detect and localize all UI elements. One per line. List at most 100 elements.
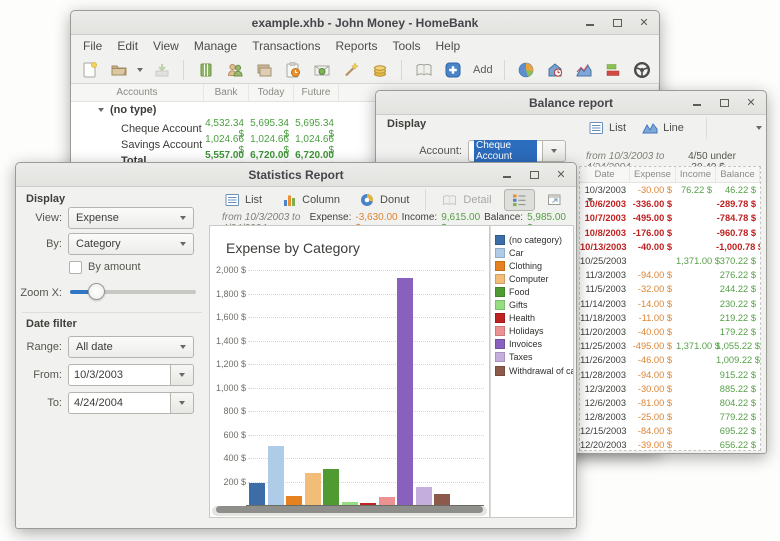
balance-row[interactable]: 10/25/20031,371.00 $370.22 $ — [580, 254, 760, 268]
balance-row[interactable]: 11/28/2003-94.00 $915.22 $ — [580, 367, 760, 381]
manage-payees-button[interactable] — [224, 60, 245, 81]
balance-row[interactable]: 11/3/2003-94.00 $276.22 $ — [580, 268, 760, 282]
payees-icon — [226, 61, 244, 79]
export-button[interactable] — [539, 189, 570, 211]
balance-row[interactable]: 10/8/2003-176.00 $-960.78 $ — [580, 226, 760, 240]
accounts-header-accounts[interactable]: Accounts — [71, 84, 204, 101]
range-selector[interactable]: All date — [68, 336, 194, 358]
stats-titlebar[interactable]: Statistics Report ✕ — [16, 163, 576, 187]
stats-minimize-button[interactable] — [502, 170, 512, 180]
currencies-button[interactable] — [369, 60, 390, 81]
menu-file[interactable]: File — [83, 39, 102, 53]
legend-item: (no category) — [495, 233, 573, 246]
balance-row[interactable]: 12/20/2003-39.00 $656.22 $ — [580, 438, 760, 451]
open-file-button[interactable] — [108, 60, 129, 81]
balance-list-view-button[interactable]: List — [581, 117, 634, 139]
balance-row-expense: -14.00 $ — [630, 299, 676, 309]
balance-options-caret[interactable] — [756, 126, 762, 130]
balance-row[interactable]: 11/20/2003-40.00 $179.22 $ — [580, 325, 760, 339]
vehicle-cost-button[interactable] — [632, 60, 653, 81]
budget-report-button[interactable] — [603, 60, 624, 81]
balance-close-button[interactable]: ✕ — [746, 98, 756, 108]
show-transactions-button[interactable] — [413, 60, 434, 81]
menu-help[interactable]: Help — [436, 39, 461, 53]
balance-header-expense[interactable]: Expense — [630, 167, 676, 182]
manage-budget-button[interactable] — [311, 60, 332, 81]
balance-report-button[interactable] — [574, 60, 595, 81]
balance-row[interactable]: 12/15/2003-84.00 $695.22 $ — [580, 424, 760, 438]
balance-minimize-button[interactable] — [692, 98, 702, 108]
minimize-button[interactable] — [585, 18, 595, 28]
maximize-button[interactable] — [612, 18, 622, 28]
balance-row[interactable]: 10/13/2003-40.00 $-1,000.78 $ — [580, 240, 760, 254]
balance-row[interactable]: 11/5/2003-32.00 $244.22 $ — [580, 282, 760, 296]
balance-row[interactable]: 12/8/2003-25.00 $779.22 $ — [580, 410, 760, 424]
add-transaction-label[interactable]: Add — [473, 64, 493, 76]
new-file-button[interactable] — [79, 60, 100, 81]
statistics-report-button[interactable] — [516, 60, 537, 81]
expander-triangle-icon[interactable] — [98, 108, 104, 112]
by-amount-checkbox[interactable] — [69, 261, 82, 274]
balance-row[interactable]: 12/3/2003-30.00 $885.22 $ — [580, 382, 760, 396]
by-selector[interactable]: Category — [68, 233, 194, 255]
zoomx-slider-handle[interactable] — [88, 283, 105, 300]
stats-maximize-button[interactable] — [529, 170, 539, 180]
scheduled-transactions-button[interactable] — [282, 60, 303, 81]
menu-transactions[interactable]: Transactions — [252, 39, 320, 53]
chart-hscrollbar[interactable] — [216, 506, 483, 513]
stats-donut-view-button[interactable]: Donut — [352, 189, 417, 211]
accounts-header-bank[interactable]: Bank — [204, 84, 249, 101]
manage-accounts-button[interactable] — [195, 60, 216, 81]
balance-row[interactable]: 10/6/2003-336.00 $-289.78 $ — [580, 197, 760, 211]
balance-maximize-button[interactable] — [719, 98, 729, 108]
accounts-header-today[interactable]: Today — [249, 84, 294, 101]
menu-reports[interactable]: Reports — [335, 39, 377, 53]
balance-row[interactable]: 11/25/2003-495.00 $1,371.00 $1,055.22 $ — [580, 339, 760, 353]
balance-summary-label: Balance: — [484, 212, 523, 223]
trendtime-report-button[interactable] — [545, 60, 566, 81]
from-date-arrow[interactable] — [170, 364, 194, 386]
from-date-selector[interactable]: 10/3/2003 — [68, 364, 194, 386]
legend-color-chip — [495, 366, 505, 376]
categories-icon — [255, 61, 273, 79]
menu-tools[interactable]: Tools — [392, 39, 420, 53]
to-date-selector[interactable]: 4/24/2004 — [68, 392, 194, 414]
balance-row[interactable]: 10/7/2003-495.00 $-784.78 $ — [580, 211, 760, 225]
balance-row[interactable]: 10/3/2003-30.00 $76.22 $46.22 $ — [580, 183, 760, 197]
balance-header-balance[interactable]: Balance — [716, 167, 760, 182]
balance-row-date: 10/3/2003 — [580, 185, 630, 195]
stats-column-view-button[interactable]: Column — [274, 189, 348, 211]
balance-row[interactable]: 12/6/2003-81.00 $804.22 $ — [580, 396, 760, 410]
main-titlebar[interactable]: example.xhb - John Money - HomeBank ✕ — [71, 11, 659, 35]
close-button[interactable]: ✕ — [639, 18, 649, 28]
stats-detail-button[interactable]: Detail — [434, 189, 499, 211]
open-recent-caret[interactable] — [137, 68, 143, 72]
manage-categories-button[interactable] — [253, 60, 274, 81]
account-selector[interactable]: Cheque Account — [468, 140, 566, 162]
assignments-button[interactable] — [340, 60, 361, 81]
legend-toggle-button[interactable] — [504, 189, 535, 211]
stats-close-button[interactable]: ✕ — [556, 170, 566, 180]
balance-row[interactable]: 11/14/2003-14.00 $230.22 $ — [580, 297, 760, 311]
balance-header-date[interactable]: Date — [580, 167, 630, 182]
balance-row-balance: 695.22 $ — [716, 426, 760, 436]
add-transaction-button[interactable] — [442, 60, 463, 81]
to-date-arrow[interactable] — [170, 392, 194, 414]
chart-hscrollbar-track[interactable] — [212, 506, 487, 516]
zoomx-slider[interactable] — [70, 281, 196, 303]
menu-manage[interactable]: Manage — [194, 39, 237, 53]
balance-row[interactable]: 11/18/2003-11.00 $219.22 $ — [580, 311, 760, 325]
balance-titlebar[interactable]: Balance report ✕ — [376, 91, 766, 115]
accounts-header-future[interactable]: Future — [294, 84, 339, 101]
stats-list-view-button[interactable]: List — [217, 189, 270, 211]
save-button[interactable] — [151, 60, 172, 81]
menu-view[interactable]: View — [153, 39, 179, 53]
balance-line-view-button[interactable]: Line — [634, 117, 692, 139]
view-selector[interactable]: Expense — [68, 207, 194, 229]
balance-row[interactable]: 11/26/2003-46.00 $1,009.22 $ — [580, 353, 760, 367]
stats-options-caret[interactable] — [587, 198, 593, 202]
menu-edit[interactable]: Edit — [117, 39, 138, 53]
stats-sidebar: Display View: Expense By: Category By am… — [16, 186, 208, 526]
account-dropdown-arrow[interactable] — [542, 140, 566, 162]
balance-header-income[interactable]: Income — [676, 167, 716, 182]
